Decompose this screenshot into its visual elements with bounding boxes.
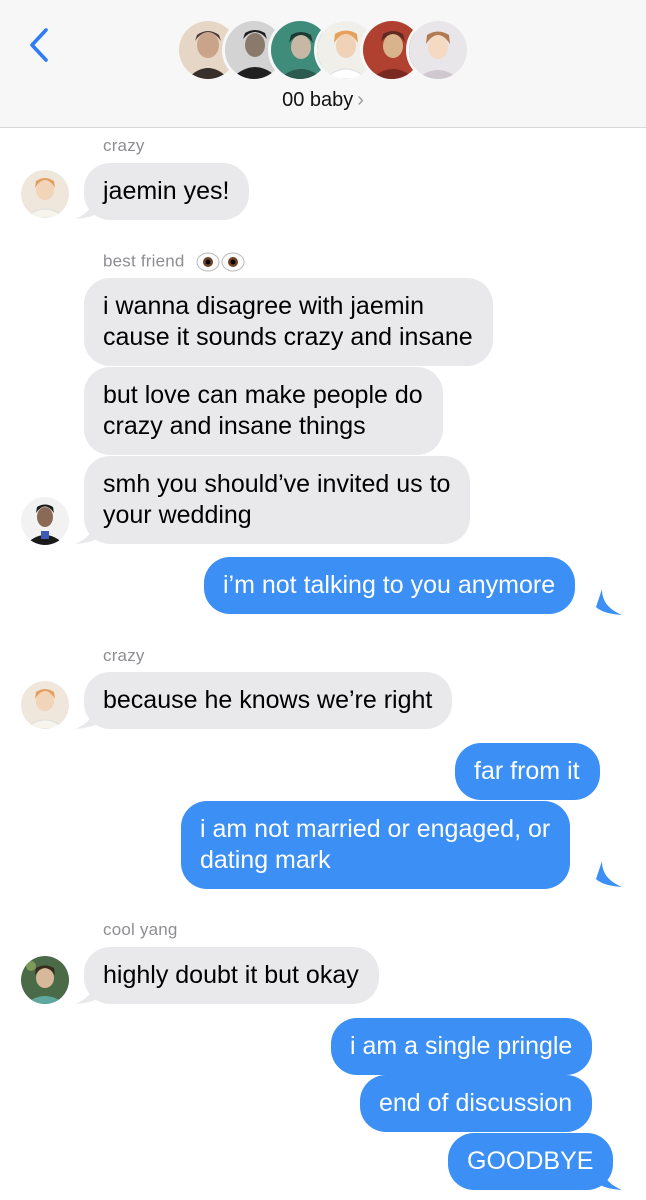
message-bubble[interactable]: highly doubt it but okay: [84, 947, 379, 1004]
message-bubble[interactable]: jaemin yes!: [84, 163, 250, 220]
message-bubble[interactable]: GOODBYE: [448, 1133, 614, 1190]
sender-label: crazy: [103, 646, 145, 665]
message-bubble[interactable]: far from it: [455, 743, 600, 800]
chevron-right-icon: ›: [357, 89, 364, 111]
message-line: crazy and insane things: [103, 412, 366, 440]
sender-avatar[interactable]: [21, 956, 69, 1004]
message-bubble[interactable]: i am not married or engaged, or dating m…: [181, 801, 571, 889]
message-bubble[interactable]: i’m not talking to you anymore: [204, 557, 576, 614]
sender-label: best friend: [103, 251, 246, 273]
message-line: smh you should’ve invited us to: [103, 470, 451, 498]
message-bubble[interactable]: end of discussion: [360, 1075, 593, 1132]
bubble-tail: [596, 589, 622, 615]
message-bubble[interactable]: smh you should’ve invited us to your wed…: [84, 456, 471, 544]
message-line: dating mark: [200, 846, 331, 874]
message-bubble[interactable]: but love can make people do crazy and in…: [84, 367, 443, 455]
eyes-emoji-icon: [196, 252, 245, 272]
group-name-label: 00 baby: [282, 89, 354, 111]
conversation-header: 00 baby ›: [0, 0, 646, 128]
sender-avatar[interactable]: [21, 497, 69, 545]
sender-label: cool yang: [103, 920, 178, 939]
chevron-left-icon: [30, 28, 48, 62]
bubble-tail: [596, 861, 622, 887]
group-name[interactable]: 00 baby ›: [0, 89, 646, 112]
message-bubble[interactable]: because he knows we’re right: [84, 672, 453, 729]
sender-avatar[interactable]: [21, 681, 69, 729]
sender-avatar[interactable]: [21, 170, 69, 218]
sender-name: best friend: [103, 251, 185, 271]
message-line: i wanna disagree with jaemin: [103, 292, 425, 320]
message-bubble[interactable]: i wanna disagree with jaemin cause it so…: [84, 278, 493, 366]
sender-label: crazy: [103, 136, 145, 155]
participant-avatar: [406, 18, 470, 82]
group-avatars[interactable]: [176, 18, 472, 82]
message-bubble[interactable]: i am a single pringle: [331, 1018, 593, 1075]
message-line: i am not married or engaged, or: [200, 815, 551, 843]
back-button[interactable]: [24, 22, 54, 68]
message-line: but love can make people do: [103, 381, 423, 409]
message-line: cause it sounds crazy and insane: [103, 323, 473, 351]
message-line: your wedding: [103, 501, 252, 529]
